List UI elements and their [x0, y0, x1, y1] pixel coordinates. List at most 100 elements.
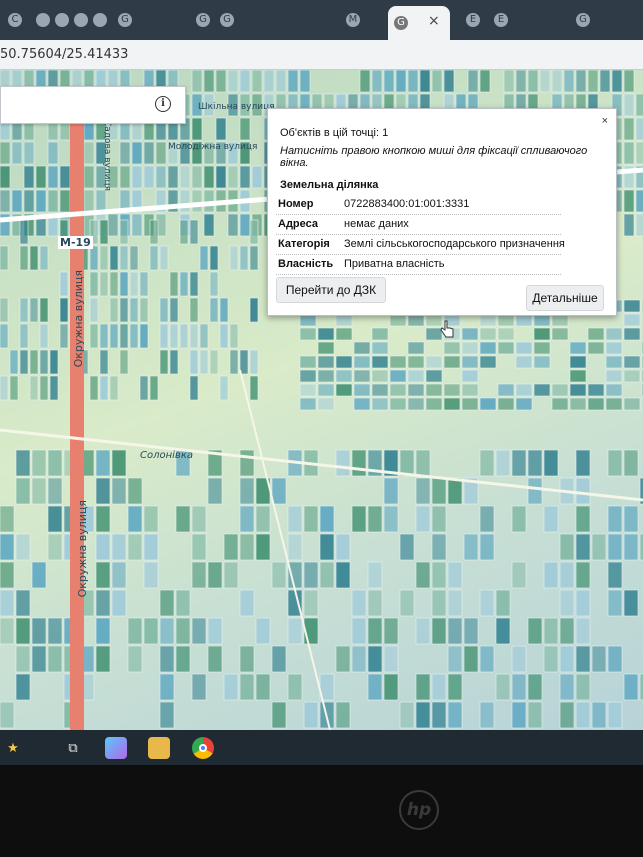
land-parcel[interactable] — [575, 617, 591, 645]
land-parcel[interactable] — [515, 341, 533, 355]
land-parcel[interactable] — [159, 245, 169, 271]
land-parcel[interactable] — [0, 375, 9, 401]
land-parcel[interactable] — [19, 245, 29, 271]
land-parcel[interactable] — [511, 673, 527, 701]
land-parcel[interactable] — [239, 533, 255, 561]
land-parcel[interactable] — [47, 189, 59, 213]
land-parcel[interactable] — [479, 449, 495, 477]
land-parcel[interactable] — [479, 505, 495, 533]
land-parcel[interactable] — [131, 213, 143, 237]
land-parcel[interactable] — [31, 561, 47, 589]
land-parcel[interactable] — [119, 219, 129, 245]
land-parcel[interactable] — [209, 297, 219, 323]
land-parcel[interactable] — [591, 645, 607, 673]
land-parcel[interactable] — [587, 327, 605, 341]
land-parcel[interactable] — [189, 297, 199, 323]
land-parcel[interactable] — [623, 117, 635, 141]
land-parcel[interactable] — [109, 297, 119, 323]
land-parcel[interactable] — [479, 327, 497, 341]
land-parcel[interactable] — [159, 617, 175, 645]
land-parcel[interactable] — [575, 533, 591, 561]
land-parcel[interactable] — [317, 397, 335, 411]
land-parcel[interactable] — [229, 349, 239, 375]
land-parcel[interactable] — [149, 219, 159, 245]
land-parcel[interactable] — [461, 397, 479, 411]
land-parcel[interactable] — [169, 271, 179, 297]
land-parcel[interactable] — [119, 245, 129, 271]
land-parcel[interactable] — [353, 341, 371, 355]
land-parcel[interactable] — [623, 589, 639, 617]
land-parcel[interactable] — [275, 70, 287, 93]
land-parcel[interactable] — [635, 189, 643, 213]
land-parcel[interactable] — [189, 349, 199, 375]
land-parcel[interactable] — [591, 533, 607, 561]
land-parcel[interactable] — [203, 213, 215, 237]
land-parcel[interactable] — [443, 383, 461, 397]
land-parcel[interactable] — [533, 341, 551, 355]
land-parcel[interactable] — [287, 561, 303, 589]
land-parcel[interactable] — [351, 589, 367, 617]
land-parcel[interactable] — [335, 701, 351, 729]
land-parcel[interactable] — [11, 141, 23, 165]
land-parcel[interactable] — [143, 141, 155, 165]
land-parcel[interactable] — [99, 271, 109, 297]
land-parcel[interactable] — [239, 477, 255, 505]
land-parcel[interactable] — [59, 271, 69, 297]
land-parcel[interactable] — [15, 589, 31, 617]
land-parcel[interactable] — [11, 189, 23, 213]
land-parcel[interactable] — [239, 70, 251, 93]
land-parcel[interactable] — [29, 245, 39, 271]
land-parcel[interactable] — [249, 375, 259, 401]
land-parcel[interactable] — [431, 701, 447, 729]
land-parcel[interactable] — [623, 93, 635, 117]
land-parcel[interactable] — [399, 589, 415, 617]
land-parcel[interactable] — [191, 117, 203, 141]
land-parcel[interactable] — [419, 70, 431, 93]
land-parcel[interactable] — [15, 645, 31, 673]
land-parcel[interactable] — [447, 477, 463, 505]
land-parcel[interactable] — [227, 70, 239, 93]
land-parcel[interactable] — [367, 505, 383, 533]
land-parcel[interactable] — [515, 383, 533, 397]
land-parcel[interactable] — [515, 355, 533, 369]
land-parcel[interactable] — [479, 397, 497, 411]
land-parcel[interactable] — [497, 327, 515, 341]
land-parcel[interactable] — [111, 589, 127, 617]
land-parcel[interactable] — [23, 165, 35, 189]
land-parcel[interactable] — [191, 673, 207, 701]
land-parcel[interactable] — [15, 449, 31, 477]
land-parcel[interactable] — [207, 617, 223, 645]
land-parcel[interactable] — [431, 70, 443, 93]
land-parcel[interactable] — [623, 189, 635, 213]
land-parcel[interactable] — [371, 355, 389, 369]
land-parcel[interactable] — [47, 617, 63, 645]
land-parcel[interactable] — [59, 297, 69, 323]
land-parcel[interactable] — [129, 245, 139, 271]
land-parcel[interactable] — [47, 505, 63, 533]
land-parcel[interactable] — [447, 701, 463, 729]
land-parcel[interactable] — [479, 533, 495, 561]
land-parcel[interactable] — [511, 505, 527, 533]
land-parcel[interactable] — [479, 589, 495, 617]
land-parcel[interactable] — [605, 355, 623, 369]
land-parcel[interactable] — [447, 617, 463, 645]
chrome-icon[interactable] — [192, 737, 214, 759]
land-parcel[interactable] — [443, 397, 461, 411]
land-parcel[interactable] — [389, 383, 407, 397]
land-parcel[interactable] — [431, 673, 447, 701]
land-parcel[interactable] — [407, 369, 425, 383]
cadastral-map[interactable]: М-19 Окружна вулиця Окружна вулиця Молод… — [0, 70, 643, 730]
land-parcel[interactable] — [335, 645, 351, 673]
land-parcel[interactable] — [431, 589, 447, 617]
land-parcel[interactable] — [559, 533, 575, 561]
land-parcel[interactable] — [191, 617, 207, 645]
land-parcel[interactable] — [569, 383, 587, 397]
land-parcel[interactable] — [127, 533, 143, 561]
land-parcel[interactable] — [371, 70, 383, 93]
land-parcel[interactable] — [539, 70, 551, 93]
land-parcel[interactable] — [19, 219, 29, 245]
land-parcel[interactable] — [111, 561, 127, 589]
land-parcel[interactable] — [175, 645, 191, 673]
land-parcel[interactable] — [149, 375, 159, 401]
browser-tab[interactable]: G — [570, 4, 596, 36]
